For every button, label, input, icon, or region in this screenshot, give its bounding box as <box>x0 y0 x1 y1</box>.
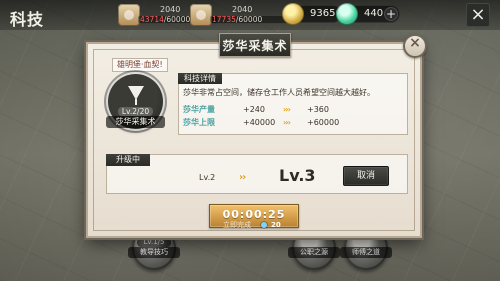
stat-from: +240 <box>243 105 265 114</box>
stat-label: 莎华上限 <box>183 118 215 127</box>
tech-name: 莎华采集术 <box>106 116 165 128</box>
resource-max: /60000 <box>235 15 263 24</box>
tech-node-name: 师傅之道 <box>340 247 392 258</box>
modal-title-plate: 莎华采集术 <box>219 33 291 57</box>
tech-node-name: 公职之源 <box>288 247 340 258</box>
funnel-icon <box>128 86 144 100</box>
tech-stat-row: 莎华上限 +40000 ››› +60000 <box>183 118 403 128</box>
close-screen-button[interactable]: × <box>466 3 490 27</box>
tech-icon: Lv.2/20 莎华采集术 <box>106 74 165 129</box>
resource-top-value: 2040 <box>232 5 253 14</box>
resource-current: 43714 <box>140 15 164 24</box>
gem-icon <box>336 3 358 25</box>
add-gem-button[interactable]: + <box>384 7 398 21</box>
gem-value: 440 <box>364 8 384 19</box>
stat-to: +60000 <box>307 118 340 127</box>
tech-stat-row: 莎华产量 +240 ››› +360 <box>183 105 403 115</box>
instant-complete[interactable]: 立即完成 20 <box>223 219 295 231</box>
upgrade-arrow: ›› <box>239 172 246 183</box>
tech-node-level: Lv.1/5 <box>137 238 171 247</box>
modal-title: 莎华采集术 <box>222 39 288 53</box>
cancel-upgrade-button[interactable]: 取消 <box>343 166 389 186</box>
coin-icon <box>282 3 304 25</box>
resource-scroll: 2040 17735/60000 <box>190 4 296 26</box>
modal-tag: 雄明堡·血契! <box>112 58 168 72</box>
upgrade-from-level: Lv.2 <box>199 173 216 182</box>
upgrade-section: 升级中 Lv.2 ›› Lv.3 取消 <box>106 154 408 194</box>
resource-bottom-value: 43714/60000 <box>140 15 190 24</box>
gem-counter: 440 + <box>336 3 400 25</box>
page-title: 科技 <box>10 10 45 29</box>
tech-detail-header: 科技详情 <box>178 73 222 84</box>
tech-node-name: 教导技巧 <box>128 247 180 258</box>
modal-close-button[interactable]: × <box>403 34 427 58</box>
resource-current: 17735 <box>212 15 236 24</box>
funnel-stem <box>135 99 137 105</box>
tech-detail-section: 科技详情 莎华非常占空间，储存仓工作人员希望空间越大越好。 莎华产量 +240 … <box>178 73 408 135</box>
tech-description: 莎华非常占空间，储存仓工作人员希望空间越大越好。 <box>183 88 375 97</box>
upgrade-header: 升级中 <box>106 154 150 166</box>
stat-label: 莎华产量 <box>183 105 215 114</box>
stat-to: +360 <box>307 105 329 114</box>
resource-top-value: 2040 <box>160 5 181 14</box>
food-icon <box>118 4 140 26</box>
stat-arrow: ››› <box>283 118 291 127</box>
close-icon: × <box>470 4 486 25</box>
instant-complete-cost: 20 <box>271 221 281 229</box>
tech-level: Lv.2/20 <box>118 107 153 116</box>
close-icon: × <box>409 35 421 51</box>
gem-icon <box>261 222 267 228</box>
resource-bottom-value: 17735/60000 <box>212 15 262 24</box>
scroll-icon <box>190 4 212 26</box>
upgrade-to-level: Lv.3 <box>279 166 316 185</box>
coin-counter: 93650 <box>282 3 342 25</box>
instant-complete-label: 立即完成 <box>223 221 251 229</box>
stat-arrow: ››› <box>283 105 291 114</box>
resource-max: /60000 <box>163 15 191 24</box>
top-bar: 科技 2040 43714/60000 2040 17735/60000 936… <box>0 0 500 30</box>
stat-from: +40000 <box>243 118 276 127</box>
